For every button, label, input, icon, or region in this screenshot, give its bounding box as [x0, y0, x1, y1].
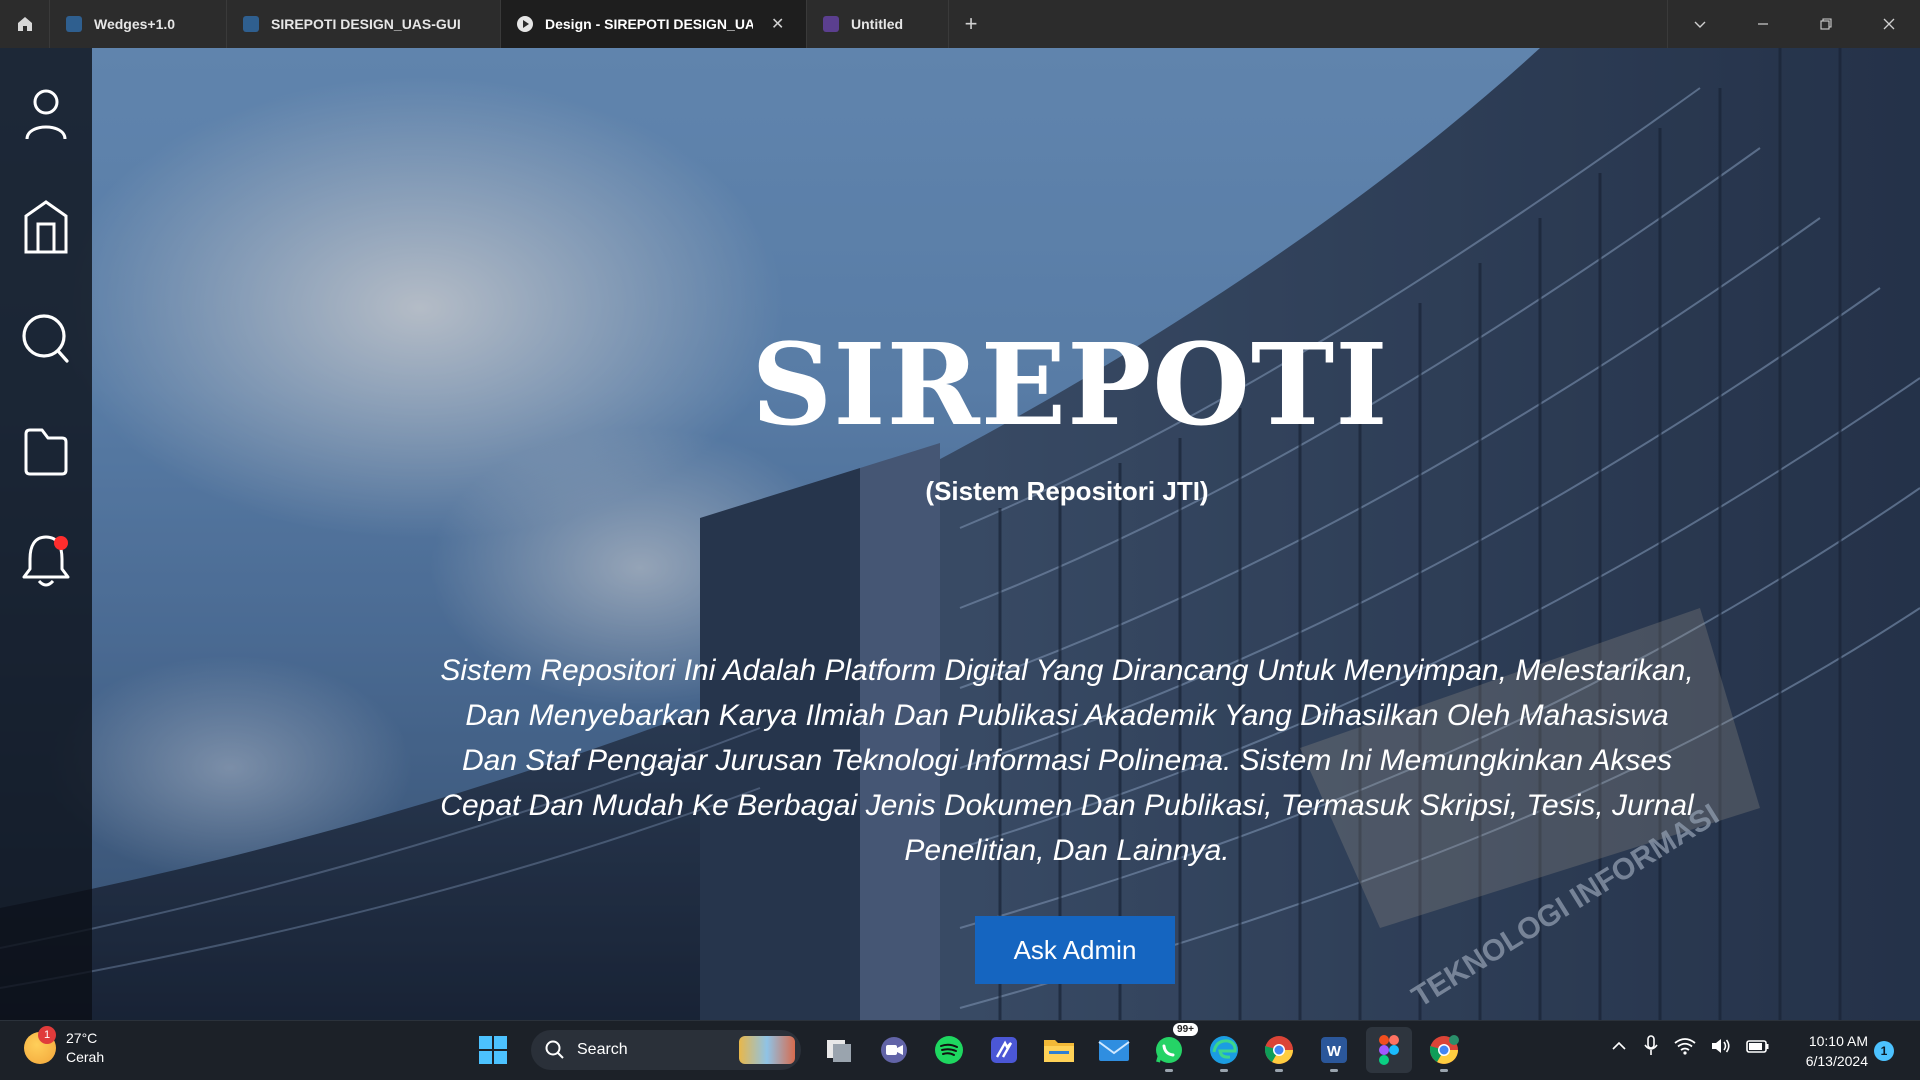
- weather-badge: 1: [38, 1026, 56, 1044]
- sidebar-item-notifications[interactable]: [18, 532, 74, 588]
- whatsapp-icon: [1156, 1037, 1182, 1063]
- chrome-app[interactable]: [1256, 1027, 1302, 1073]
- notification-center-badge[interactable]: 1: [1874, 1041, 1894, 1061]
- restore-button[interactable]: [1794, 0, 1857, 48]
- tab-label: Wedges+1.0: [94, 16, 176, 32]
- restore-icon: [1819, 18, 1832, 30]
- weather-widget[interactable]: 1 27°C Cerah: [24, 1026, 105, 1067]
- figma-file-icon: [243, 16, 259, 32]
- microphone-icon[interactable]: [1642, 1035, 1660, 1057]
- pen-app[interactable]: [981, 1027, 1027, 1073]
- task-view-icon: [827, 1040, 851, 1062]
- sidebar-item-profile[interactable]: [18, 86, 74, 142]
- task-view-button[interactable]: [816, 1027, 862, 1073]
- hero-description: Sistem Repositori Ini Adalah Platform Di…: [440, 654, 1694, 867]
- sidebar-item-home[interactable]: [18, 198, 74, 254]
- building-icon: [24, 200, 68, 254]
- taskbar-apps: Search 99+ W: [470, 1023, 1467, 1073]
- tab-design-active[interactable]: Design - SIREPOTI DESIGN_UAS-G ✕: [501, 0, 807, 48]
- tab-list-button[interactable]: [1668, 0, 1731, 48]
- image-darken-overlay: [0, 48, 1920, 1020]
- file-explorer-icon: [1044, 1040, 1074, 1062]
- search-highlight-image: [739, 1036, 795, 1064]
- close-window-button[interactable]: [1857, 0, 1920, 48]
- spotify-app[interactable]: [926, 1027, 972, 1073]
- meet-icon: [881, 1037, 907, 1063]
- wifi-icon[interactable]: [1674, 1037, 1696, 1055]
- volume-icon[interactable]: [1710, 1037, 1732, 1055]
- word-icon: W: [1321, 1037, 1347, 1063]
- svg-text:W: W: [1327, 1043, 1342, 1060]
- spotify-icon: [935, 1036, 963, 1064]
- figma-icon: [1379, 1035, 1399, 1065]
- battery-icon[interactable]: [1746, 1038, 1770, 1054]
- mail-icon: [1098, 1040, 1130, 1061]
- new-tab-button[interactable]: +: [949, 0, 993, 48]
- chevron-up-icon[interactable]: [1610, 1037, 1628, 1055]
- home-button[interactable]: [0, 0, 50, 48]
- app-icon: [991, 1037, 1017, 1063]
- whatsapp-unread-badge: 99+: [1173, 1023, 1198, 1036]
- mail-app[interactable]: [1091, 1027, 1137, 1073]
- taskbar-clock[interactable]: 10:10 AM 6/13/2024: [1790, 1031, 1868, 1071]
- system-tray: [1610, 1035, 1770, 1057]
- prototype-canvas: TEKNOLOGI INFORMASI SIREPOTI (Sistem Rep…: [0, 48, 1920, 1020]
- hero-subtitle: (Sistem Repositori JTI): [925, 476, 1209, 506]
- hero-title: SIREPOTI: [751, 320, 1389, 451]
- plus-icon: +: [964, 11, 978, 36]
- home-icon: [17, 17, 32, 31]
- tab-wedges[interactable]: Wedges+1.0: [50, 0, 227, 48]
- tab-label: SIREPOTI DESIGN_UAS-GUI: [271, 16, 461, 32]
- notification-dot: [54, 536, 68, 550]
- search-icon: [545, 1040, 564, 1059]
- tab-bar: Wedges+1.0 SIREPOTI DESIGN_UAS-GUI Desig…: [0, 0, 1920, 48]
- tab-label: Untitled: [851, 16, 904, 32]
- windows-start-icon: [479, 1036, 507, 1064]
- sun-icon: 1: [24, 1026, 56, 1064]
- figma-file-icon: [66, 16, 82, 32]
- tab-untitled[interactable]: Untitled: [807, 0, 949, 48]
- chrome-profile-icon: [1430, 1035, 1459, 1064]
- clock-time: 10:10 AM: [1808, 1033, 1868, 1049]
- chrome-profile-app[interactable]: [1421, 1027, 1467, 1073]
- search-label: Search: [577, 1041, 628, 1058]
- tab-sirepoti-design[interactable]: SIREPOTI DESIGN_UAS-GUI: [227, 0, 501, 48]
- edge-icon: [1210, 1036, 1238, 1064]
- user-icon: [25, 89, 67, 140]
- figma-prototype-play-icon: [517, 16, 533, 32]
- windows-taskbar: 1 27°C Cerah Search 99+ W 10:10 AM 6/13/…: [0, 1020, 1920, 1080]
- whatsapp-app[interactable]: 99+: [1146, 1023, 1198, 1073]
- start-button[interactable]: [470, 1027, 516, 1073]
- close-tab-icon[interactable]: ✕: [771, 14, 784, 34]
- close-icon: [1883, 18, 1894, 30]
- meet-app[interactable]: [871, 1027, 917, 1073]
- clock-date: 6/13/2024: [1805, 1053, 1868, 1069]
- window-controls: [1667, 0, 1920, 48]
- figjam-file-icon: [823, 16, 839, 32]
- edge-app[interactable]: [1201, 1027, 1247, 1073]
- minimize-icon: [1757, 23, 1768, 25]
- tab-label: Design - SIREPOTI DESIGN_UAS-G: [545, 16, 753, 32]
- chrome-icon: [1265, 1036, 1293, 1064]
- minimize-button[interactable]: [1731, 0, 1794, 48]
- app-sidebar: [0, 48, 92, 1020]
- file-explorer-app[interactable]: [1036, 1027, 1082, 1073]
- taskbar-search[interactable]: Search: [531, 1030, 801, 1070]
- weather-condition: Cerah: [66, 1049, 105, 1065]
- chevron-down-icon: [1694, 21, 1705, 28]
- ask-admin-button[interactable]: Ask Admin: [975, 916, 1175, 984]
- weather-temperature: 27°C: [66, 1030, 98, 1046]
- word-app[interactable]: W: [1311, 1027, 1357, 1073]
- figma-app[interactable]: [1366, 1027, 1412, 1073]
